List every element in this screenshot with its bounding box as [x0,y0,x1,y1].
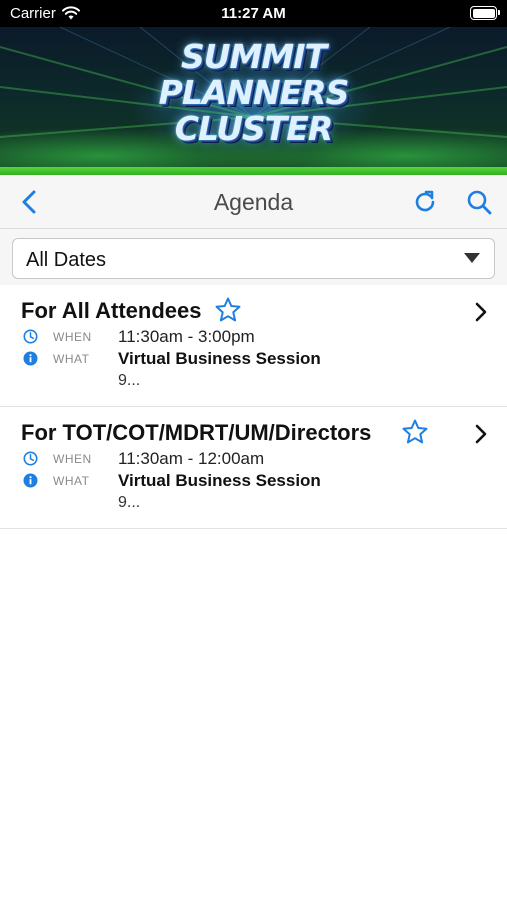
chevron-right-icon[interactable] [473,301,489,323]
favorite-star-icon[interactable] [214,296,242,324]
clock-icon [23,329,38,344]
info-icon [23,473,38,488]
agenda-item[interactable]: For TOT/COT/MDRT/UM/Directors WHEN 11:30… [0,407,507,529]
nav-bar: Agenda [0,175,507,229]
agenda-item[interactable]: For All Attendees WHEN 11:30am - 3:00pm … [0,285,507,407]
agenda-item-title: For TOT/COT/MDRT/UM/Directors [21,420,372,445]
search-icon[interactable] [465,188,493,216]
chevron-right-icon[interactable] [473,423,489,445]
date-filter-value: All Dates [26,249,107,271]
what-value: Virtual Business Session [118,471,321,490]
status-bar: Carrier 11:27 AM [0,0,507,27]
what-value: Virtual Business Session [118,349,321,368]
dropdown-caret-icon [464,253,480,263]
clock-time: 11:27 AM [221,5,286,22]
logo-line-3: CLUSTER [174,109,333,148]
what-label: WHAT [53,352,90,366]
summit-planners-cluster-logo: SUMMIT PLANNERS CLUSTER [0,39,507,147]
date-filter-dropdown[interactable]: All Dates [12,238,495,279]
what-label: WHAT [53,474,90,488]
when-value: 11:30am - 3:00pm [118,327,255,346]
agenda-item-title: For All Attendees [21,298,202,323]
logo-line-2: PLANNERS [158,73,350,112]
battery-icon [470,6,500,20]
agenda-list: For All Attendees WHEN 11:30am - 3:00pm … [0,285,507,529]
clock-icon [23,451,38,466]
info-icon [23,351,38,366]
when-label: WHEN [53,330,92,344]
banner-divider [0,167,507,175]
filter-area: All Dates [0,229,507,285]
event-banner: SUMMIT PLANNERS CLUSTER [0,27,507,170]
agenda-item-description: 9... [118,372,141,389]
logo-line-1: SUMMIT [180,37,327,76]
refresh-icon[interactable] [411,188,439,216]
when-label: WHEN [53,452,92,466]
agenda-item-description: 9... [118,494,141,511]
favorite-star-icon[interactable] [401,418,429,446]
when-value: 11:30am - 12:00am [118,449,265,468]
